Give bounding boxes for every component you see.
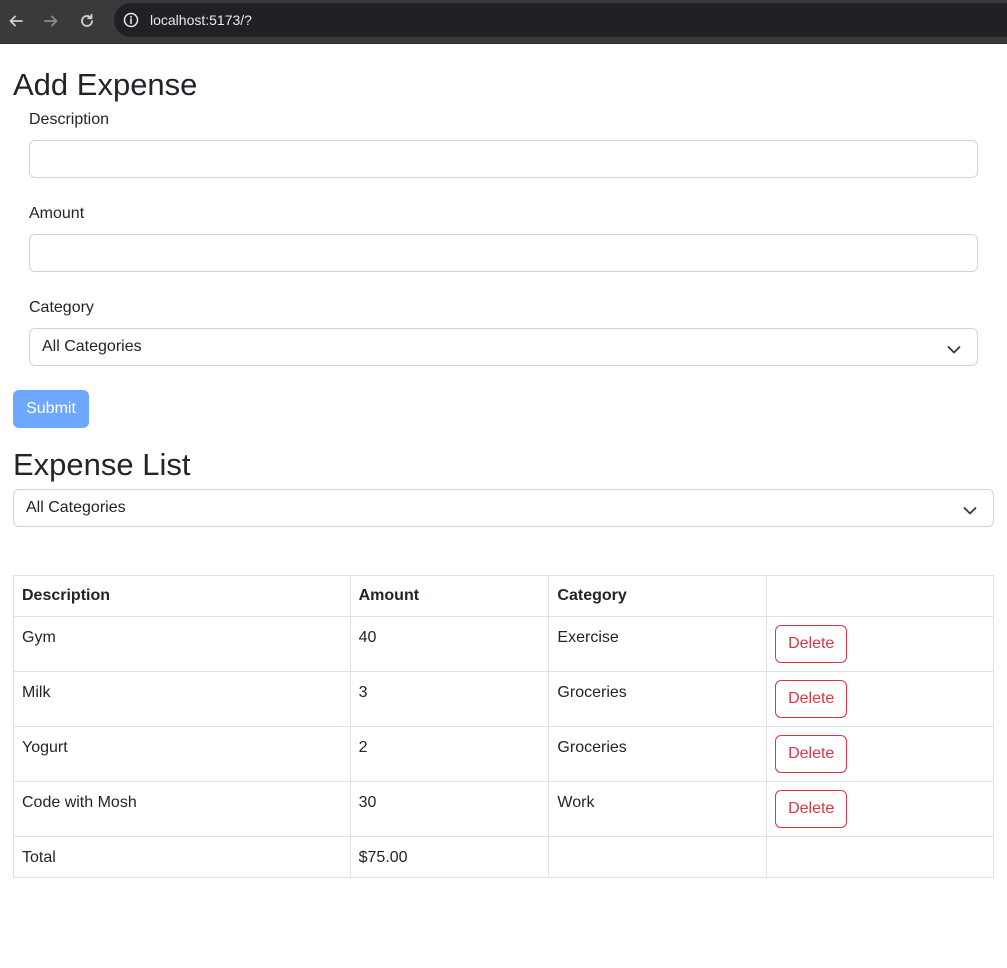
info-icon[interactable] [123,12,139,28]
total-label: Total [13,836,351,878]
cell-description: Gym [13,616,351,672]
back-icon[interactable] [5,10,27,32]
cell-description: Milk [13,671,351,727]
cell-actions: Delete [766,671,994,727]
url-text: localhost:5173/? [150,12,252,28]
cell-category: Work [548,781,768,837]
amount-label: Amount [29,205,85,222]
cell-actions: Delete [766,616,994,672]
cell-description: Yogurt [13,726,351,782]
cell-amount: 40 [349,616,550,672]
add-expense-title: Add Expense [13,67,198,102]
cell-amount: 30 [349,781,550,837]
header-description: Description [13,575,351,617]
category-select[interactable]: All Categories [29,328,978,366]
total-value: $75.00 [349,836,550,878]
category-label: Category [29,299,94,316]
table-row: Milk 3 Groceries Delete [13,671,994,727]
cell-category: Groceries [548,671,768,727]
table-row: Code with Mosh 30 Work Delete [13,781,994,837]
cell-category: Groceries [548,726,768,782]
delete-button[interactable]: Delete [775,735,848,773]
browser-toolbar: localhost:5173/? [0,0,1007,44]
header-category: Category [548,575,768,617]
description-label: Description [29,111,110,128]
table-header-row: Description Amount Category [13,575,994,617]
submit-button[interactable]: Submit [13,390,89,428]
table-row: Yogurt 2 Groceries Delete [13,726,994,782]
description-input[interactable] [29,140,978,178]
chevron-down-icon [947,342,961,354]
expense-list-title: Expense List [13,447,191,482]
chevron-down-icon [963,503,977,515]
total-empty-cell [548,836,768,878]
cell-actions: Delete [766,726,994,782]
cell-description: Code with Mosh [13,781,351,837]
delete-button[interactable]: Delete [775,680,848,718]
amount-input[interactable] [29,234,978,272]
table-row: Gym 40 Exercise Delete [13,616,994,672]
total-empty-cell [766,836,994,878]
delete-button[interactable]: Delete [775,625,848,663]
reload-icon[interactable] [76,10,98,32]
cell-amount: 2 [349,726,550,782]
total-row: Total $75.00 [13,836,994,878]
cell-amount: 3 [349,671,550,727]
header-amount: Amount [349,575,550,617]
delete-button[interactable]: Delete [775,790,848,828]
expense-table: Description Amount Category Gym 40 Exerc… [13,575,994,878]
cell-category: Exercise [548,616,768,672]
category-filter-select[interactable]: All Categories [13,489,994,527]
address-bar[interactable]: localhost:5173/? [114,3,1007,37]
header-actions [766,575,994,617]
filter-select-value: All Categories [26,499,126,516]
category-select-value: All Categories [42,338,142,355]
cell-actions: Delete [766,781,994,837]
forward-icon[interactable] [40,10,62,32]
